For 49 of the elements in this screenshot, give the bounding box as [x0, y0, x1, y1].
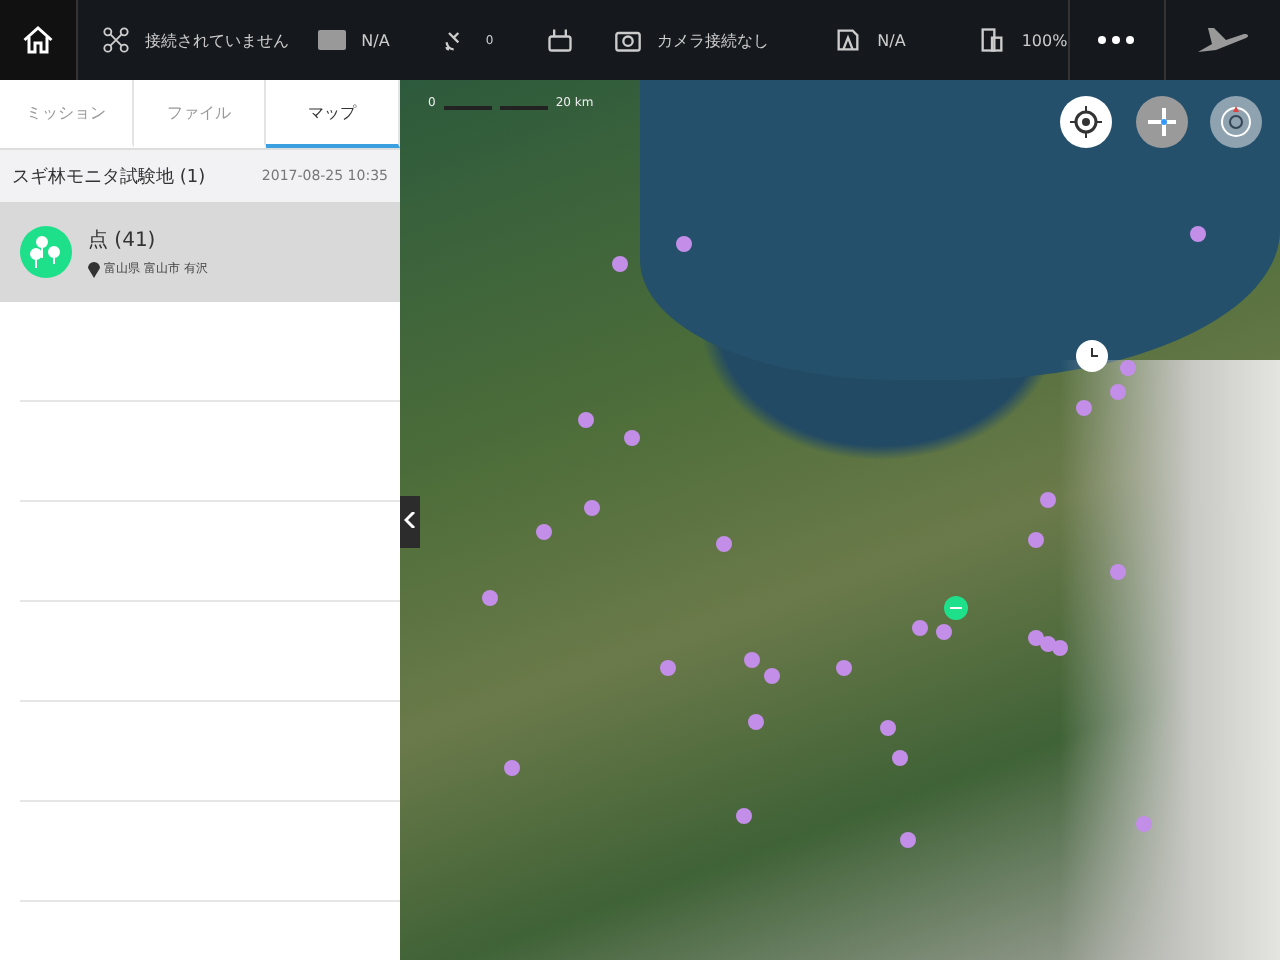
- street-map-icon: [1148, 108, 1176, 136]
- map-pin[interactable]: [536, 524, 552, 540]
- remote-controller-icon: [545, 26, 574, 54]
- points-icon: [20, 226, 72, 278]
- map-pin[interactable]: [578, 412, 594, 428]
- map-pin[interactable]: [900, 832, 916, 848]
- more-icon: [1098, 36, 1135, 44]
- map-pin[interactable]: [482, 590, 498, 606]
- drone-icon: [101, 26, 130, 54]
- map-pin[interactable]: [892, 750, 908, 766]
- map-pin[interactable]: [880, 720, 896, 736]
- map-pin[interactable]: [1076, 400, 1092, 416]
- map-pin[interactable]: [912, 620, 928, 636]
- item-title: 点 (41): [88, 227, 158, 254]
- aircraft-status: 接続されていません: [145, 29, 290, 51]
- map-pin[interactable]: [1028, 630, 1044, 646]
- camera-icon: [613, 26, 642, 54]
- map-pin[interactable]: [748, 714, 764, 730]
- map-pin[interactable]: [764, 668, 780, 684]
- airplane-icon: [1195, 24, 1251, 56]
- location-pin-icon: [88, 261, 100, 277]
- home-icon: [19, 22, 56, 58]
- collapse-handle[interactable]: [400, 496, 420, 548]
- map-pin[interactable]: [716, 536, 732, 552]
- map-pin[interactable]: [584, 500, 600, 516]
- map-pin[interactable]: [736, 808, 752, 824]
- crosshair-icon: [1070, 106, 1102, 138]
- chevron-left-icon: [404, 512, 416, 528]
- map-pin[interactable]: [936, 624, 952, 640]
- signal-icon: [833, 26, 862, 54]
- map-pin[interactable]: [1040, 492, 1056, 508]
- map-pin[interactable]: [624, 430, 640, 446]
- map-pin[interactable]: [1028, 532, 1044, 548]
- camera-status: カメラ接続なし: [657, 29, 770, 51]
- signal-value: N/A: [877, 31, 906, 49]
- compass-icon: [1218, 104, 1254, 140]
- home-button[interactable]: [0, 0, 78, 80]
- map-pin[interactable]: [1052, 640, 1068, 656]
- tab[interactable]: マップ: [266, 80, 401, 148]
- map-pin[interactable]: [612, 256, 628, 272]
- map-pin[interactable]: [504, 760, 520, 776]
- home-point-icon[interactable]: [944, 596, 968, 620]
- battery-level: 100%: [1021, 31, 1068, 49]
- battery-icon: [977, 26, 1006, 54]
- project-name: スギ林モニタ試験地 (1): [12, 165, 206, 189]
- map-pin[interactable]: [744, 652, 760, 668]
- map-pin[interactable]: [836, 660, 852, 676]
- mode-value: N/A: [361, 31, 390, 49]
- map-pin[interactable]: [660, 660, 676, 676]
